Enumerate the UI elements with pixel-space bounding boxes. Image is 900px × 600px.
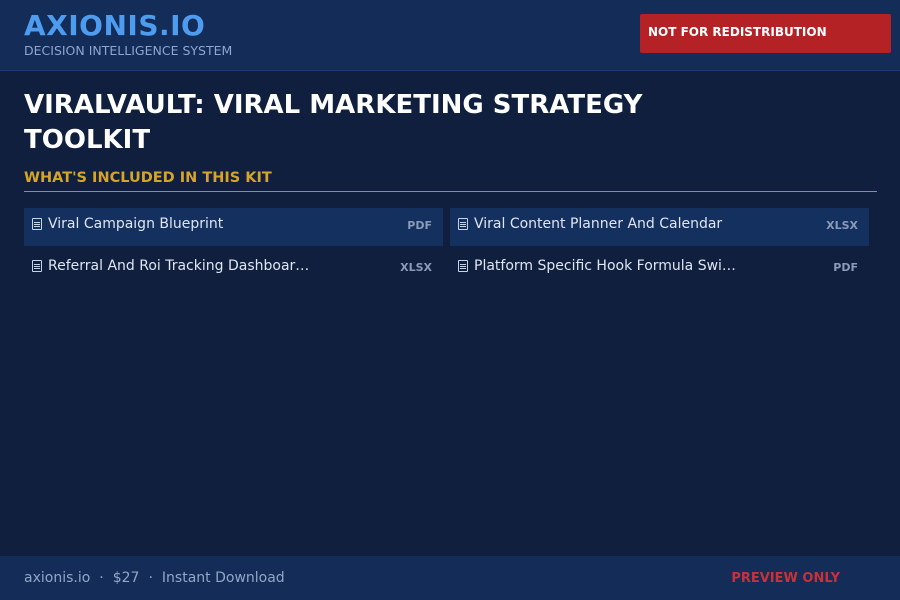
footer-delivery: Instant Download — [161, 570, 285, 586]
footer-price: $27 — [112, 570, 140, 586]
redistribution-badge: NOT FOR REDISTRIBUTION — [640, 14, 891, 53]
kit-item-viral-campaign-blueprint[interactable]: Viral Campaign Blueprint PDF — [24, 208, 443, 246]
footer-info: axionis.io · $27 · Instant Download — [24, 570, 285, 586]
kit-item-name: Platform Specific Hook Formula Swi… — [474, 258, 736, 274]
badge-label: NOT FOR REDISTRIBUTION — [648, 25, 827, 39]
kit-item-content-planner[interactable]: Viral Content Planner And Calendar XLSX — [450, 208, 869, 246]
file-type-badge: PDF — [407, 219, 432, 232]
footer-separator: · — [99, 570, 104, 586]
kit-item-name: Viral Content Planner And Calendar — [474, 216, 723, 232]
document-icon — [32, 218, 42, 230]
footer-bar: axionis.io · $27 · Instant Download PREVIEW … — [0, 556, 900, 600]
footer-separator: · — [148, 570, 153, 586]
file-type-badge: XLSX — [826, 219, 858, 232]
section-divider — [24, 191, 877, 192]
kit-item-hook-formula[interactable]: Platform Specific Hook Formula Swi… PDF — [450, 250, 869, 288]
brand-logo: AXIONIS.IO — [24, 9, 206, 42]
kit-item-name: Viral Campaign Blueprint — [48, 216, 224, 232]
kit-item-name: Referral And Roi Tracking Dashboar… — [48, 258, 310, 274]
section-heading: WHAT'S INCLUDED IN THIS KIT — [24, 170, 272, 186]
kit-item-roi-dashboard[interactable]: Referral And Roi Tracking Dashboar… XLSX — [24, 250, 443, 288]
file-type-badge: PDF — [833, 261, 858, 274]
top-bar: AXIONIS.IO DECISION INTELLIGENCE SYSTEM … — [0, 0, 900, 71]
document-icon — [458, 260, 468, 272]
brand-tagline: DECISION INTELLIGENCE SYSTEM — [24, 43, 233, 58]
document-icon — [458, 218, 468, 230]
footer-site-link[interactable]: axionis.io — [24, 570, 90, 586]
file-type-badge: XLSX — [400, 261, 432, 274]
preview-label: PREVIEW ONLY — [731, 571, 840, 586]
page-title: VIRALVAULT: VIRAL MARKETING STRATEGY TOO… — [24, 90, 643, 155]
document-icon — [32, 260, 42, 272]
